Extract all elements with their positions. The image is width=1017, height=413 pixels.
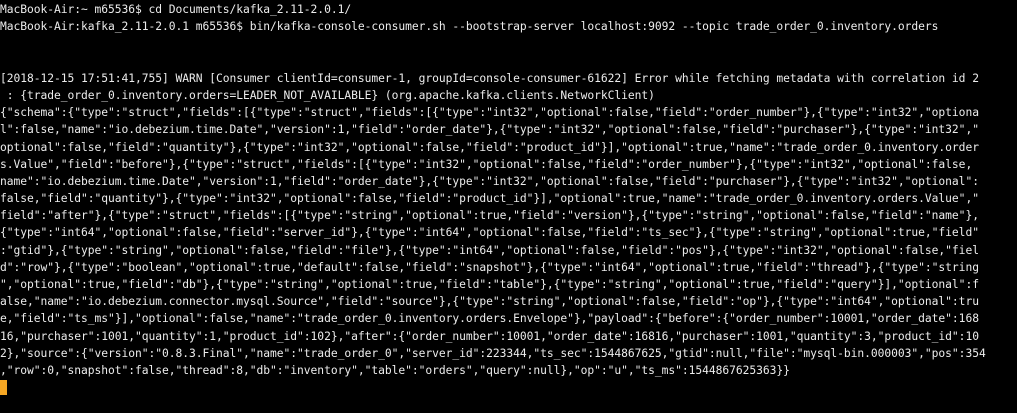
json-output-line: field":"after"},{"type":"struct","fields… xyxy=(0,209,979,223)
terminal-window[interactable]: MacBook-Air:~ m65536$ cd Documents/kafka… xyxy=(0,0,1017,413)
json-output-line: d":"row"},{"type":"boolean","optional":t… xyxy=(0,260,979,274)
warn-log-line-continued: : {trade_order_0.inventory.orders=LEADER… xyxy=(0,88,655,102)
json-output-line: false,"field":"quantity"},{"type":"int32… xyxy=(0,192,979,206)
input-line[interactable] xyxy=(0,379,1017,396)
json-output-line: alse,"name":"io.debezium.connector.mysql… xyxy=(0,295,979,309)
shell-prompt-cd: MacBook-Air:~ m65536$ cd Documents/kafka… xyxy=(0,3,352,16)
json-output-line: 2},"source":{"version":"0.8.3.Final","na… xyxy=(0,346,986,360)
json-output-line: name":"io.debezium.time.Date","version":… xyxy=(0,174,979,188)
json-output-line: {"schema":{"type":"struct","fields":[{"t… xyxy=(0,106,979,120)
json-output-line: s.Value","field":"before"},{"type":"stru… xyxy=(0,157,973,171)
json-output-line: ,"row":0,"snapshot":false,"thread":8,"db… xyxy=(0,363,790,377)
json-output-line: optional":false,"field":"quantity"},{"ty… xyxy=(0,140,979,154)
json-output-line: e,"field":"ts_ms"}],"optional":false,"na… xyxy=(0,312,979,326)
json-output-line: ","optional":true,"field":"db"},{"type":… xyxy=(0,278,979,291)
shell-prompt-consumer-command: MacBook-Air:kafka_2.11-2.0.1 m65536$ bin… xyxy=(0,20,939,34)
json-output-line: 16,"purchaser":1001,"quantity":1,"produc… xyxy=(0,329,979,343)
json-output-line: l":false,"name":"io.debezium.time.Date",… xyxy=(0,123,979,137)
text-cursor xyxy=(0,380,7,396)
json-output-line: {"type":"int64","optional":false,"field"… xyxy=(0,226,979,240)
json-output-line: :"gtid"},{"type":"string","optional":fal… xyxy=(0,243,979,257)
warn-log-line: [2018-12-15 17:51:41,755] WARN [Consumer… xyxy=(0,71,979,85)
